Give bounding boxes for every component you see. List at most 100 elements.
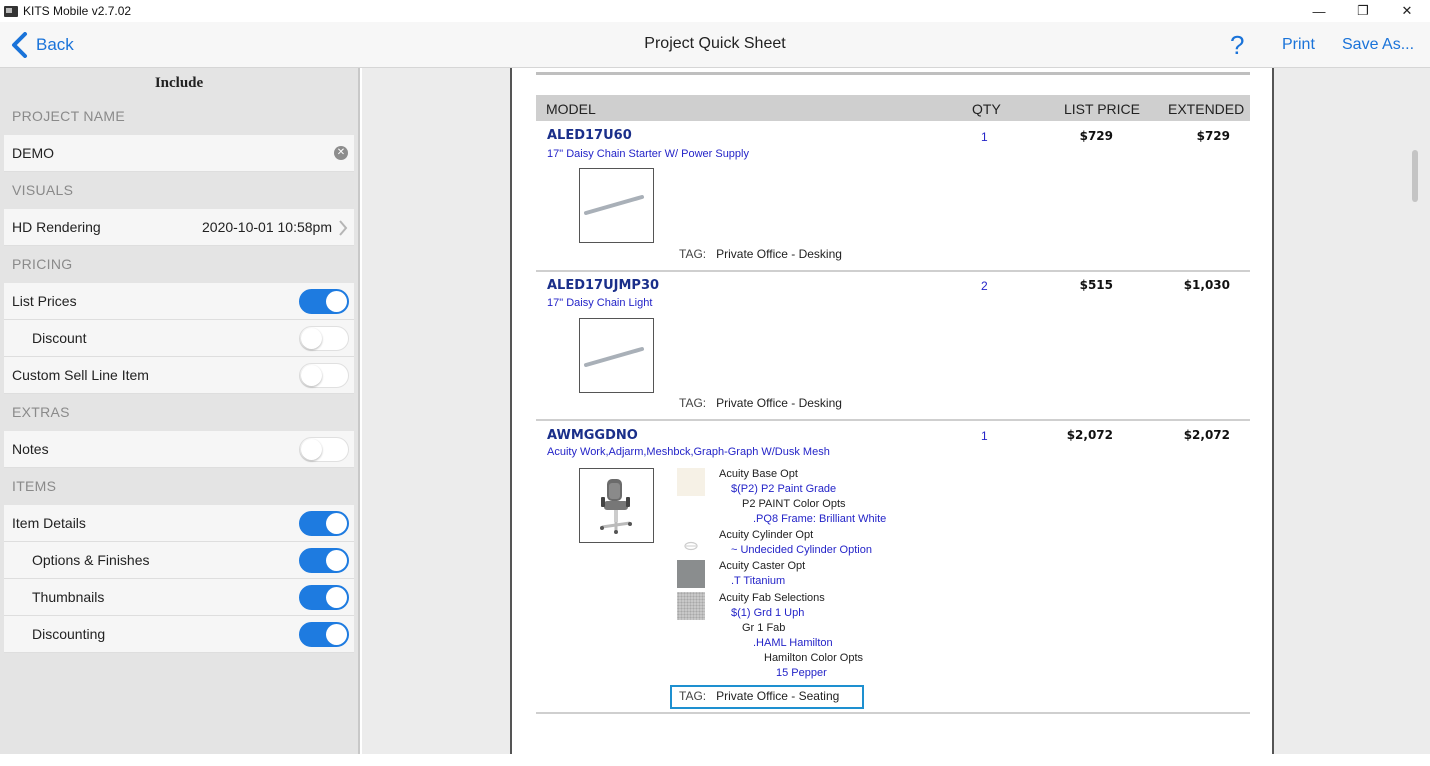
window-titlebar: KITS Mobile v2.7.02 — ❐ ✕ <box>0 0 1430 22</box>
col-list-price: LIST PRICE <box>1064 101 1140 117</box>
item-details-toggle[interactable] <box>299 511 349 536</box>
discounting-row: Discounting <box>4 616 354 653</box>
item-extended: $1,030 <box>1183 278 1230 292</box>
option-line: P2 PAINT Color Opts <box>742 498 846 510</box>
help-icon[interactable]: ? <box>1230 30 1244 61</box>
finish-swatch-caster <box>677 560 705 588</box>
option-line: 15 Pepper <box>776 667 827 679</box>
light-bar-image <box>584 347 644 367</box>
row-divider <box>536 712 1250 714</box>
list-prices-row: List Prices <box>4 283 354 320</box>
item-qty: 2 <box>981 279 988 293</box>
discount-label: Discount <box>32 330 87 346</box>
col-model: MODEL <box>546 101 596 117</box>
thumbnails-row: Thumbnails <box>4 579 354 616</box>
item-list-price: $515 <box>1079 278 1113 292</box>
back-label: Back <box>36 35 74 54</box>
hd-rendering-row[interactable]: HD Rendering 2020-10-01 10:58pm <box>4 209 354 246</box>
back-button[interactable]: Back <box>10 31 74 59</box>
tag-value: Private Office - Desking <box>716 396 842 410</box>
quick-sheet-page: MODEL QTY LIST PRICE EXTENDED ALED17U60 … <box>510 68 1274 754</box>
tag-value: Private Office - Seating <box>716 689 840 703</box>
print-button[interactable]: Print <box>1282 36 1315 54</box>
item-qty: 1 <box>981 130 988 144</box>
tag-value: Private Office - Desking <box>716 247 842 261</box>
app-icon <box>4 5 18 17</box>
option-line: $(1) Grd 1 Uph <box>731 607 805 619</box>
option-line: ~ Undecided Cylinder Option <box>731 544 872 556</box>
table-row: ALED17UJMP30 17" Daisy Chain Light 2 $51… <box>536 275 1250 425</box>
item-model: ALED17U60 <box>547 128 632 143</box>
item-qty: 1 <box>981 429 988 443</box>
section-pricing: PRICING <box>12 256 73 272</box>
clear-icon[interactable]: ✕ <box>334 146 348 160</box>
discounting-toggle[interactable] <box>299 622 349 647</box>
chevron-right-icon <box>339 220 348 236</box>
finish-swatch-base <box>677 468 705 496</box>
option-line: Acuity Cylinder Opt <box>719 529 814 541</box>
thumbnails-toggle[interactable] <box>299 585 349 610</box>
section-visuals: VISUALS <box>12 182 74 198</box>
row-divider <box>536 270 1250 272</box>
sidebar-header: Include <box>154 75 204 91</box>
item-list-price: $2,072 <box>1066 428 1113 442</box>
item-tag: TAG: Private Office - Desking <box>679 247 842 261</box>
hd-rendering-value: 2020-10-01 10:58pm <box>202 219 332 235</box>
option-line: .T Titanium <box>731 575 786 587</box>
light-bar-image <box>584 195 644 215</box>
hd-rendering-label: HD Rendering <box>12 219 101 235</box>
option-line: Acuity Caster Opt <box>719 560 806 572</box>
item-list-price: $729 <box>1079 129 1113 143</box>
tag-key: TAG: <box>679 396 707 410</box>
bottom-strip <box>0 754 1430 766</box>
project-name-field[interactable]: DEMO ✕ <box>4 135 354 172</box>
custom-sell-row: Custom Sell Line Item <box>4 357 354 394</box>
discounting-label: Discounting <box>32 626 106 642</box>
page-title: Project Quick Sheet <box>644 35 786 52</box>
item-extended: $729 <box>1196 129 1230 143</box>
option-line: Hamilton Color Opts <box>764 652 864 664</box>
options-finishes-row: Options & Finishes <box>4 542 354 579</box>
section-extras: EXTRAS <box>12 404 70 420</box>
item-description: 17" Daisy Chain Light <box>547 297 653 309</box>
project-name-value[interactable]: DEMO <box>4 145 54 161</box>
custom-sell-toggle[interactable] <box>299 363 349 388</box>
notes-toggle[interactable] <box>299 437 349 462</box>
options-finishes-label: Options & Finishes <box>32 552 150 568</box>
save-as-button[interactable]: Save As... <box>1342 36 1414 54</box>
table-row: ALED17U60 17" Daisy Chain Starter W/ Pow… <box>536 126 1250 276</box>
col-qty: QTY <box>972 101 1001 117</box>
option-line: Gr 1 Fab <box>742 622 786 634</box>
item-description: Acuity Work,Adjarm,Meshbck,Graph-Graph W… <box>547 446 830 458</box>
nav-bar: Back Project Quick Sheet ? Print Save As… <box>0 22 1430 68</box>
item-details-row: Item Details <box>4 505 354 542</box>
tag-key: TAG: <box>679 247 707 261</box>
table-row: AWMGGDNO Acuity Work,Adjarm,Meshbck,Grap… <box>536 424 1250 724</box>
restore-icon[interactable]: ❐ <box>1340 0 1386 22</box>
finish-swatch-fabric <box>677 592 705 620</box>
section-project-name: PROJECT NAME <box>12 108 126 124</box>
product-thumbnail <box>579 468 654 543</box>
discount-row: Discount <box>4 320 354 357</box>
office-chair-image <box>600 479 632 534</box>
option-line: Acuity Base Opt <box>719 468 798 480</box>
top-divider <box>536 72 1250 75</box>
custom-sell-label: Custom Sell Line Item <box>12 367 149 383</box>
section-items: ITEMS <box>12 478 57 494</box>
window-title: KITS Mobile v2.7.02 <box>23 4 132 18</box>
list-prices-toggle[interactable] <box>299 289 349 314</box>
close-icon[interactable]: ✕ <box>1384 0 1430 22</box>
minimize-icon[interactable]: — <box>1296 0 1342 22</box>
discount-toggle[interactable] <box>299 326 349 351</box>
include-sidebar: Include PROJECT NAME DEMO ✕ VISUALS HD R… <box>0 68 360 766</box>
option-line: .HAML Hamilton <box>753 637 833 649</box>
item-model: ALED17UJMP30 <box>547 278 660 293</box>
notes-row: Notes <box>4 431 354 468</box>
tag-key: TAG: <box>679 689 707 703</box>
options-finishes-toggle[interactable] <box>299 548 349 573</box>
option-line: .PQ8 Frame: Brilliant White <box>753 513 887 525</box>
product-thumbnail <box>579 318 654 393</box>
item-model: AWMGGDNO <box>547 428 638 443</box>
item-tag: TAG: Private Office - Seating <box>679 689 839 703</box>
scrollbar-thumb[interactable] <box>1412 150 1418 202</box>
